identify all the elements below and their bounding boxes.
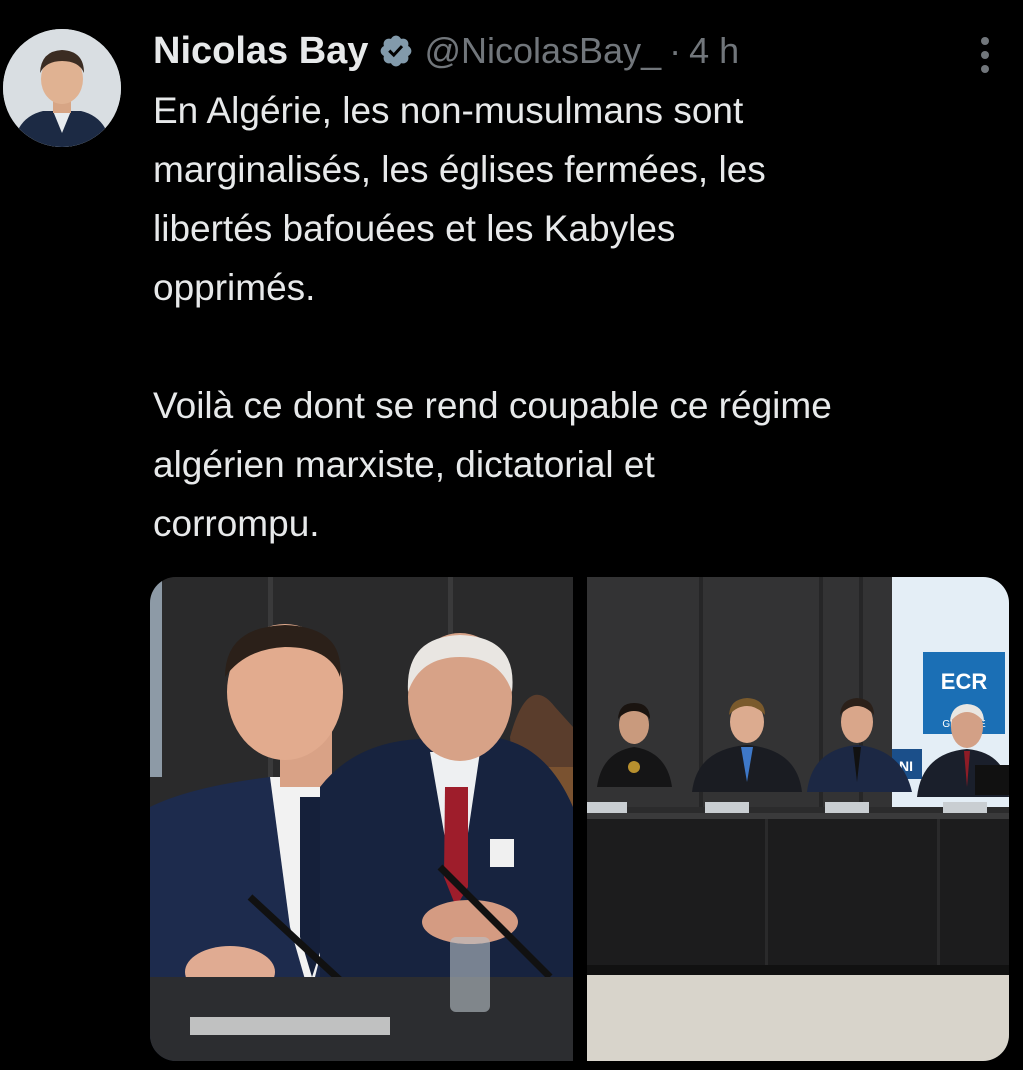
author-name[interactable]: Nicolas Bay <box>153 30 368 73</box>
tweet-text: En Algérie, les non-musulmans sont margi… <box>153 90 832 544</box>
avatar[interactable] <box>3 29 121 147</box>
author-handle[interactable]: @NicolasBay_ <box>424 30 661 72</box>
media-grid: ECR GROUPE NI <box>150 577 1009 1061</box>
ecr-logo-text: ECR <box>941 669 988 694</box>
separator-dot: · <box>669 30 682 71</box>
more-options-icon[interactable] <box>974 34 996 78</box>
tweet-header: Nicolas Bay @NicolasBay_ · 4 h <box>153 26 739 76</box>
verified-badge-icon[interactable] <box>378 33 414 69</box>
tweet-timestamp[interactable]: 4 h <box>689 30 739 72</box>
photo-1[interactable] <box>150 577 573 1061</box>
photo-2[interactable]: ECR GROUPE NI <box>587 577 1009 1061</box>
